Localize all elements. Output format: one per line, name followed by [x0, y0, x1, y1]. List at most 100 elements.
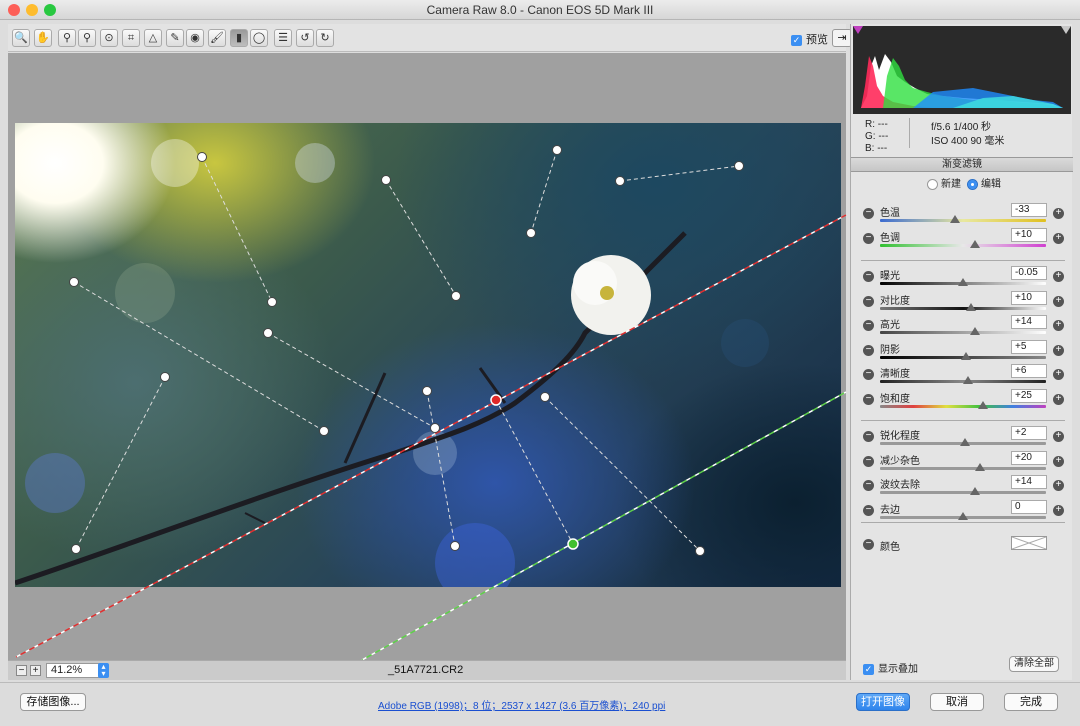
- slider-track[interactable]: [880, 331, 1046, 334]
- slider-value-field[interactable]: -0.05: [1011, 266, 1047, 280]
- slider-row: − 锐化程度 +2 +: [851, 426, 1073, 451]
- increase-button[interactable]: +: [1053, 295, 1064, 307]
- slider-row: − 饱和度 +25 +: [851, 388, 1073, 414]
- show-overlay-checkbox[interactable]: ✓ 显示叠加: [863, 660, 918, 675]
- increase-button[interactable]: +: [1053, 455, 1064, 467]
- slider-track[interactable]: [880, 306, 1046, 310]
- slider-value-field[interactable]: +2: [1011, 426, 1047, 440]
- slider-thumb[interactable]: [977, 400, 988, 409]
- decrease-button[interactable]: −: [863, 504, 874, 516]
- panel-title: 渐变滤镜: [851, 157, 1073, 172]
- increase-button[interactable]: +: [1053, 480, 1064, 491]
- decrease-button[interactable]: −: [863, 271, 874, 282]
- slider-label: 波纹去除: [880, 480, 920, 491]
- slider-value-field[interactable]: +10: [1011, 290, 1047, 305]
- slider-thumb[interactable]: [959, 438, 970, 446]
- image-info: R: --- G: --- B: --- f/5.6 1/400 秒 ISO 400 …: [853, 116, 1071, 156]
- open-image-button[interactable]: 打开图像: [856, 693, 910, 711]
- increase-button[interactable]: +: [1053, 208, 1064, 219]
- workflow-options-link[interactable]: Adobe RGB (1998)；8 位；2537 x 1427 (3.6 百万…: [378, 697, 665, 712]
- color-swatch[interactable]: [1011, 536, 1047, 550]
- slider-thumb[interactable]: [969, 487, 980, 495]
- filter-start-pin[interactable]: [490, 394, 502, 406]
- slider-label: 色调: [880, 232, 900, 244]
- readout-r: R: ---: [865, 119, 888, 130]
- increase-button[interactable]: +: [1053, 271, 1064, 282]
- slider-value-field[interactable]: +14: [1011, 315, 1047, 329]
- increase-button[interactable]: +: [1053, 369, 1064, 380]
- slider-label: 曝光: [880, 271, 900, 282]
- camera-raw-window: Camera Raw 8.0 - Canon EOS 5D Mark III 🔍…: [0, 0, 1080, 726]
- decrease-button[interactable]: −: [863, 208, 874, 219]
- increase-button[interactable]: +: [1053, 504, 1064, 516]
- slider-value-field[interactable]: +6: [1011, 364, 1047, 378]
- increase-button[interactable]: +: [1053, 393, 1064, 405]
- slider-thumb[interactable]: [969, 327, 980, 335]
- slider-track[interactable]: [880, 404, 1046, 408]
- iso-focal: ISO 400 90 毫米: [931, 136, 1005, 147]
- slider-thumb[interactable]: [958, 511, 968, 520]
- chevron-updown-icon[interactable]: ▴ ▾: [98, 663, 109, 678]
- slider-track[interactable]: [880, 466, 1046, 470]
- zoom-level-select[interactable]: 41.2%: [46, 663, 100, 678]
- slider-track[interactable]: [880, 491, 1046, 494]
- decrease-button[interactable]: −: [863, 232, 874, 244]
- slider-label: 阴影: [880, 344, 900, 356]
- zoom-in-button[interactable]: +: [30, 665, 41, 676]
- slider-label: 饱和度: [880, 393, 910, 405]
- zoom-out-button[interactable]: −: [16, 665, 27, 676]
- mode-new-radio[interactable]: 新建: [927, 179, 961, 191]
- increase-button[interactable]: +: [1053, 320, 1064, 331]
- clear-all-button[interactable]: 清除全部: [1009, 656, 1059, 672]
- readout-g: G: ---: [865, 131, 889, 142]
- increase-button[interactable]: +: [1053, 431, 1064, 442]
- color-minus-button[interactable]: −: [863, 539, 874, 550]
- decrease-button[interactable]: −: [863, 393, 874, 405]
- slider-label: 减少杂色: [880, 455, 920, 467]
- increase-button[interactable]: +: [1053, 232, 1064, 244]
- slider-value-field[interactable]: +14: [1011, 475, 1047, 489]
- slider-value-field[interactable]: +10: [1011, 227, 1047, 242]
- cancel-button[interactable]: 取消: [930, 693, 984, 711]
- slider-row: − 色温 -33 +: [851, 203, 1073, 228]
- mode-edit-label: 编辑: [981, 179, 1001, 191]
- decrease-button[interactable]: −: [863, 295, 874, 307]
- slider-thumb[interactable]: [969, 239, 980, 248]
- slider-thumb[interactable]: [958, 278, 968, 286]
- done-button[interactable]: 完成: [1004, 693, 1058, 711]
- decrease-button[interactable]: −: [863, 455, 874, 467]
- mode-edit-radio[interactable]: 编辑: [967, 179, 1001, 191]
- divider: [861, 522, 1065, 523]
- increase-button[interactable]: +: [1053, 344, 1064, 356]
- slider-label: 清晰度: [880, 369, 910, 380]
- slider-label: 高光: [880, 320, 900, 331]
- slider-thumb[interactable]: [974, 462, 985, 471]
- save-image-button[interactable]: 存储图像...: [20, 693, 86, 711]
- slider-thumb[interactable]: [962, 376, 973, 384]
- mode-new-label: 新建: [941, 179, 961, 191]
- slider-value-field[interactable]: +25: [1011, 388, 1047, 403]
- decrease-button[interactable]: −: [863, 320, 874, 331]
- filter-end-pin[interactable]: [567, 538, 579, 550]
- slider-thumb[interactable]: [949, 215, 960, 223]
- slider-label: 色温: [880, 208, 900, 219]
- slider-value-field[interactable]: +5: [1011, 339, 1047, 354]
- slider-row: − 清晰度 +6 +: [851, 364, 1073, 389]
- radio-icon: [927, 179, 938, 190]
- slider-track[interactable]: [880, 243, 1046, 247]
- decrease-button[interactable]: −: [863, 480, 874, 491]
- slider-value-field[interactable]: -33: [1011, 203, 1047, 217]
- slider-track[interactable]: [880, 219, 1046, 222]
- slider-value-field[interactable]: 0: [1011, 499, 1047, 514]
- slider-row: − 阴影 +5 +: [851, 339, 1073, 365]
- decrease-button[interactable]: −: [863, 344, 874, 356]
- right-panel: R: --- G: --- B: --- f/5.6 1/400 秒 ISO 400 …: [850, 24, 1073, 680]
- check-icon: ✓: [863, 663, 874, 675]
- slider-value-field[interactable]: +20: [1011, 450, 1047, 465]
- decrease-button[interactable]: −: [863, 369, 874, 380]
- slider-thumb[interactable]: [961, 351, 972, 360]
- slider-thumb[interactable]: [966, 302, 977, 311]
- decrease-button[interactable]: −: [863, 431, 874, 442]
- slider-label: 锐化程度: [880, 431, 920, 442]
- status-bar: − + 41.2% ▴ ▾ _51A7721.CR2: [8, 660, 846, 680]
